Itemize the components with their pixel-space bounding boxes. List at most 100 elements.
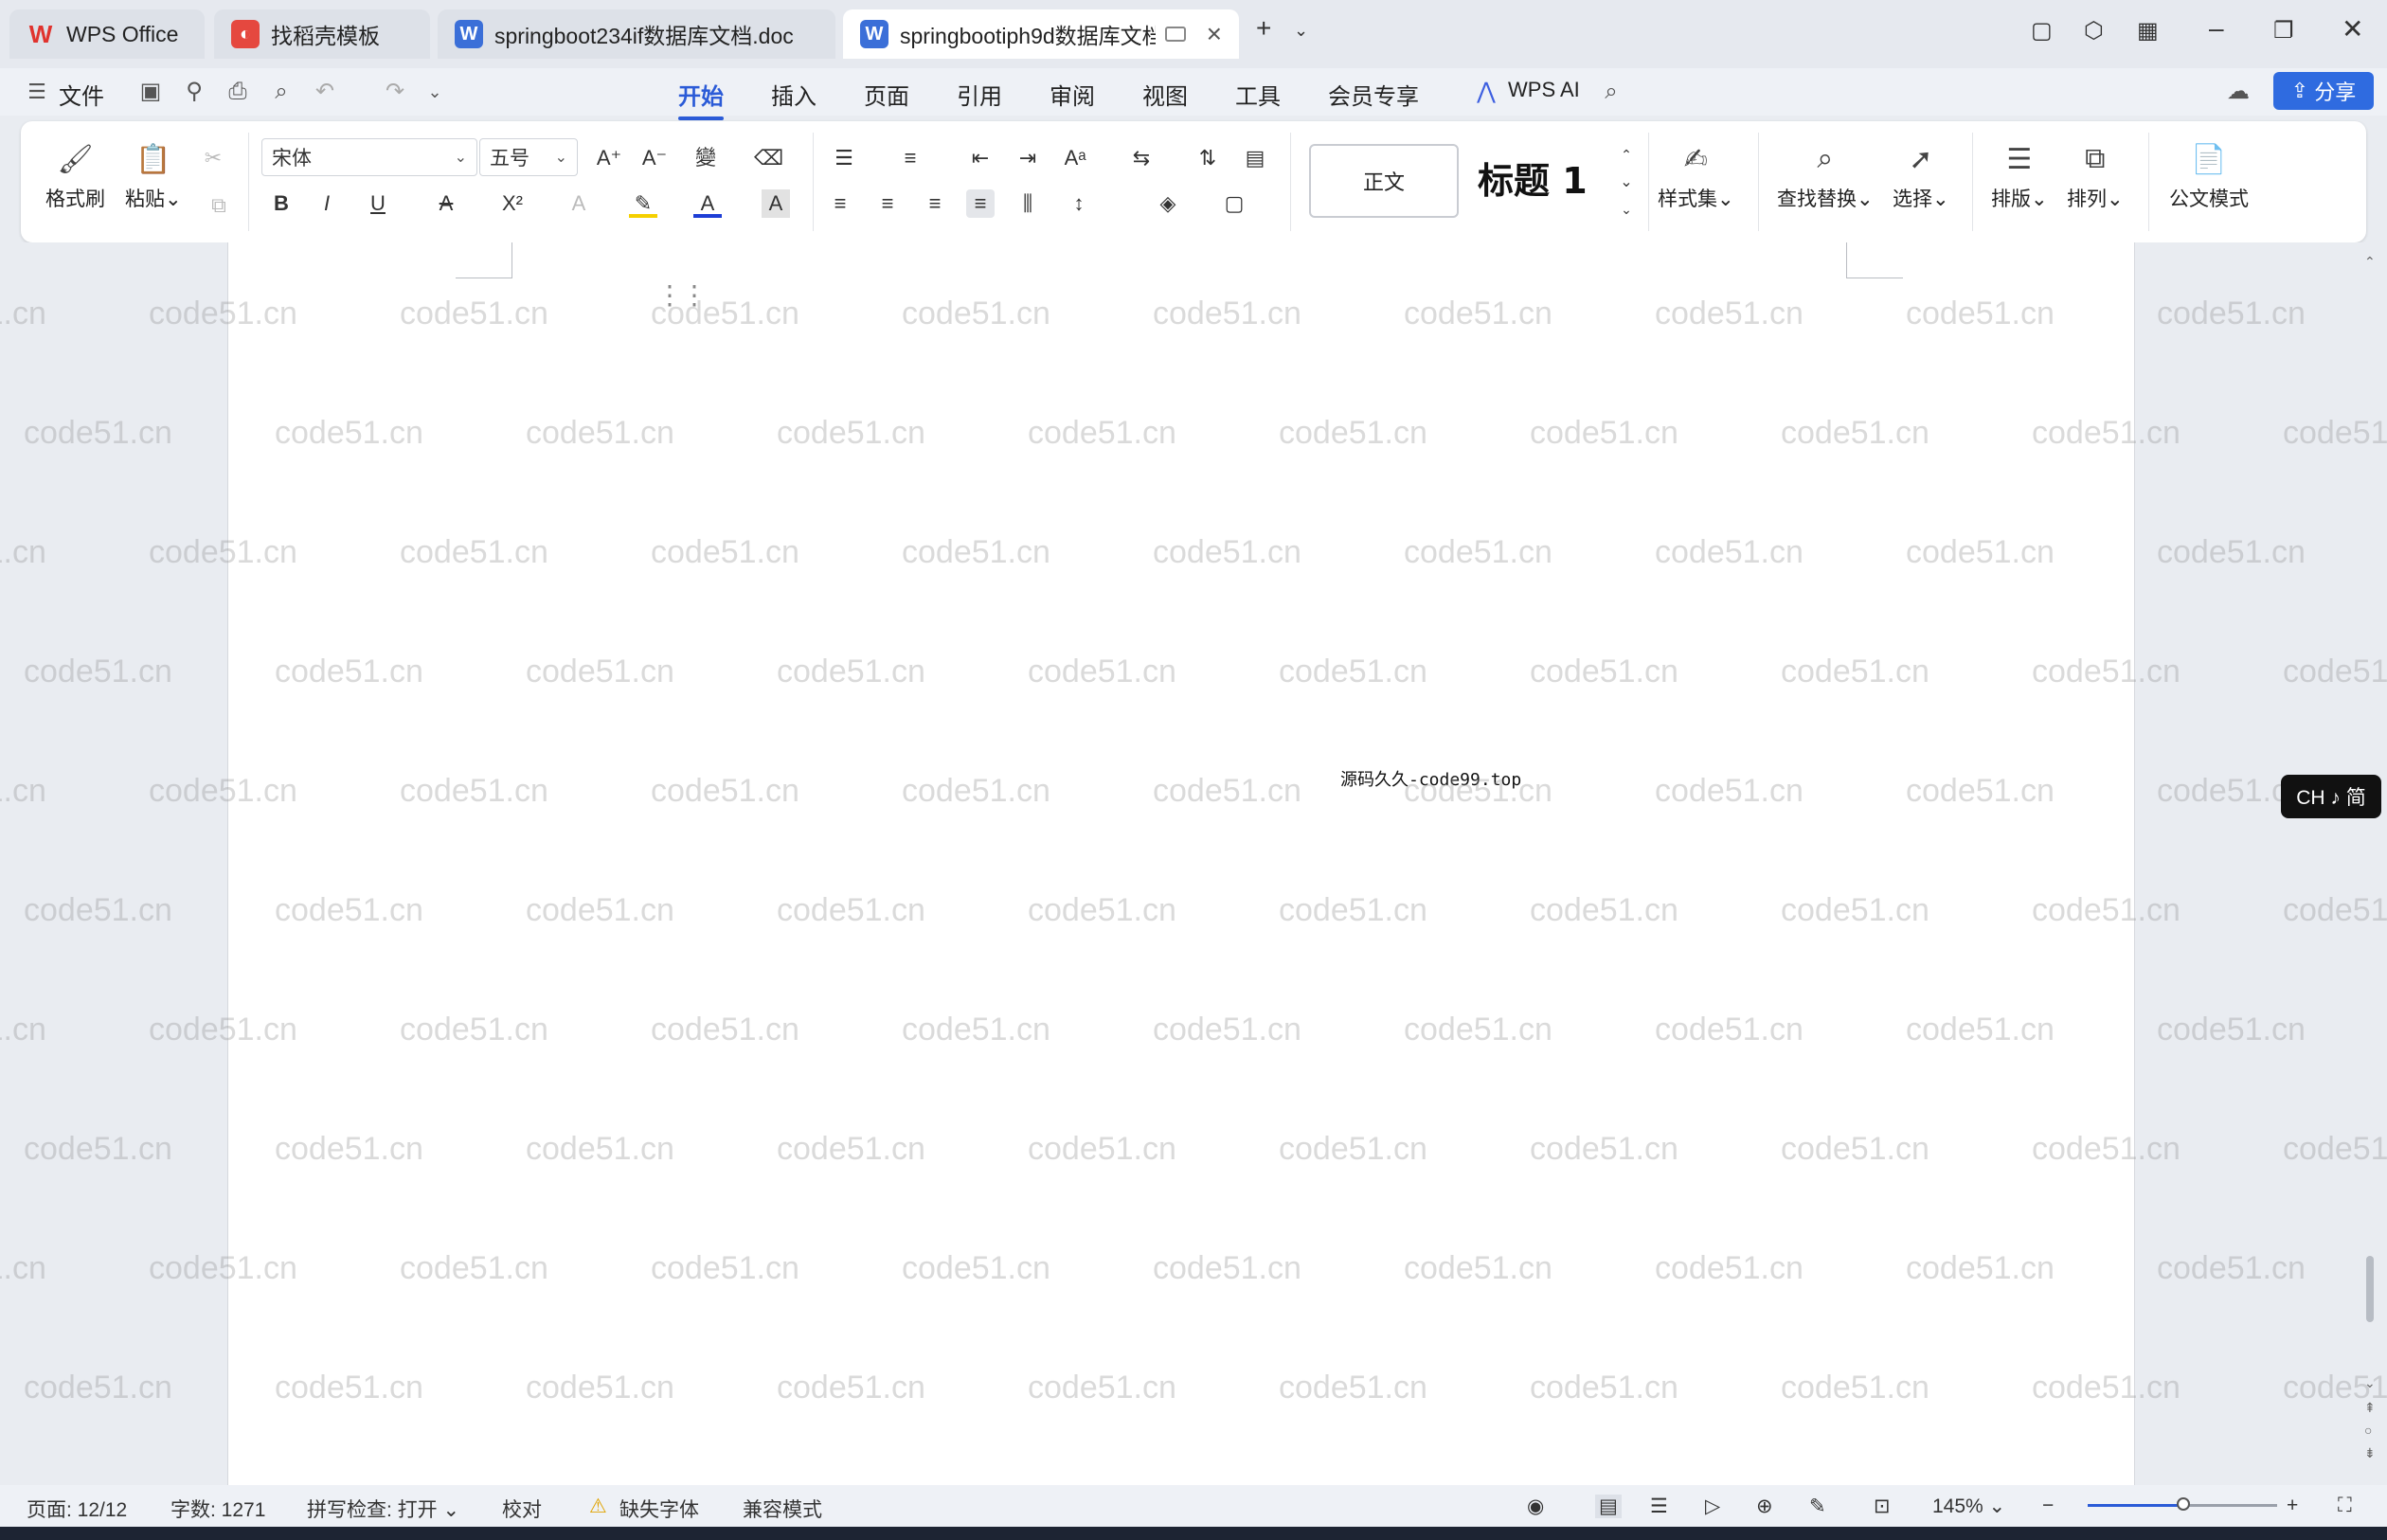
minimize-icon[interactable]: – [2209,13,2224,44]
numbered-list-icon[interactable]: ≡ [896,144,924,172]
page-view-icon[interactable]: ▤ [1595,1495,1622,1518]
fit-page-icon[interactable]: ⊡ [1874,1495,1891,1518]
font-name-select[interactable]: 宋体 ⌄ [261,138,477,176]
zoom-in-icon[interactable]: + [2287,1495,2298,1517]
play-icon[interactable]: ▷ [1705,1495,1720,1518]
decrease-indent-icon[interactable]: ⇤ [966,144,995,172]
borders-icon[interactable]: ▢ [1220,189,1248,218]
outline-view-icon[interactable]: ☰ [1650,1495,1668,1518]
close-window-icon[interactable]: ✕ [2342,13,2363,45]
tab-docer-templates[interactable]: ◐ 找稻壳模板 [214,9,430,59]
official-mode-button[interactable]: 📄 公文模式 [2169,140,2249,212]
browse-object-icon[interactable]: ○ [2364,1423,2372,1438]
cloud-upload-icon[interactable]: ☁ [2226,80,2251,104]
style-normal-button[interactable]: 正文 [1309,144,1459,218]
missing-font-button[interactable]: 缺失字体 [619,1495,699,1523]
tab-page[interactable]: 页面 [864,78,909,111]
font-color-icon[interactable]: A [693,189,722,218]
superscript-icon[interactable]: X² [498,189,527,218]
format-icon[interactable]: ⚲ [182,80,206,104]
align-left-icon[interactable]: ≡ [826,189,854,218]
tab-doc-iph9d[interactable]: W springbootiph9d数据库文档 × [843,9,1239,59]
phonetic-guide-icon[interactable]: 變 [691,144,720,172]
ime-indicator[interactable]: CH ♪ 简 [2281,775,2381,818]
print-preview-icon[interactable]: ⌕ [269,80,294,104]
table-border-icon[interactable]: ▤ [1241,144,1269,172]
style-scroll-up-icon[interactable]: ⌃ [1612,140,1641,169]
tab-insert[interactable]: 插入 [771,78,817,111]
arrange-button[interactable]: ⧉ 排列⌄ [2067,140,2124,212]
distribute-icon[interactable]: ⫼ [1014,189,1042,218]
line-spacing-icon[interactable]: ↕ [1065,189,1093,218]
underline-icon[interactable]: U [364,189,392,218]
print-icon[interactable]: ⎙ [225,80,250,104]
redo-icon[interactable]: ↷ [383,80,407,104]
cube-icon[interactable]: ⬡ [2084,17,2104,45]
tab-member[interactable]: 会员专享 [1328,78,1419,111]
text-direction-icon[interactable]: Aᵃ [1061,144,1089,172]
tab-references[interactable]: 引用 [957,78,1002,111]
cut-icon[interactable]: ✂ [199,144,227,172]
wps-ai-button[interactable]: WPS AI [1508,78,1580,102]
typeset-button[interactable]: ☰ 排版⌄ [1991,140,2048,212]
drag-handle-icon[interactable]: ⋮⋮ [656,282,708,309]
vertical-scrollbar[interactable]: ⌃ ⌄ ⇞ ○ ⇟ [2359,242,2387,1485]
style-heading1-button[interactable]: 标题 1 [1478,152,1588,204]
document-page[interactable]: ⋮⋮ 源码久久-code99.top [227,242,2135,1485]
style-expand-icon[interactable]: ⌄ [1612,195,1641,224]
find-replace-button[interactable]: ⌕ 查找替换⌄ [1777,140,1874,212]
proofread-button[interactable]: 校对 [502,1495,542,1523]
pen-icon[interactable]: ✎ [1809,1495,1826,1518]
bullet-list-icon[interactable]: ☰ [830,144,858,172]
menu-file[interactable]: 文件 [59,78,104,111]
char-shading-icon[interactable]: A [762,189,790,218]
grow-font-icon[interactable]: A⁺ [595,144,623,172]
tab-list-chevron-icon[interactable]: ⌄ [1294,21,1308,41]
shrink-font-icon[interactable]: A⁻ [640,144,669,172]
hamburger-icon[interactable]: ☰ [25,80,49,104]
new-tab-icon[interactable]: + [1256,13,1271,44]
bold-icon[interactable]: B [267,189,296,218]
tab-doc-234if[interactable]: W springboot234if数据库文档.doc [438,9,835,59]
spell-check-toggle[interactable]: 拼写检查: 打开 ⌄ [307,1495,459,1523]
format-painter-button[interactable]: 🖌 格式刷 [45,140,105,212]
undo-icon[interactable]: ↶ [313,80,337,104]
scroll-thumb[interactable] [2366,1256,2374,1322]
style-scroll-down-icon[interactable]: ⌄ [1612,169,1641,197]
zoom-slider-knob[interactable] [2177,1497,2190,1511]
strikethrough-icon[interactable]: A [432,189,460,218]
avatar[interactable]: ▦ [2137,17,2159,45]
tab-review[interactable]: 审阅 [1050,78,1095,111]
close-tab-icon[interactable]: × [1207,19,1222,49]
text-effect-icon[interactable]: A [565,189,593,218]
align-right-icon[interactable]: ≡ [921,189,949,218]
window-layout-icon[interactable]: ▢ [2031,17,2053,45]
fullscreen-icon[interactable]: ⛶ [2338,1495,2352,1517]
clear-format-icon[interactable]: ⌫ [754,144,783,172]
word-count[interactable]: 字数: 1271 [170,1495,265,1523]
sort-icon[interactable]: ⇅ [1194,144,1222,172]
prev-page-icon[interactable]: ⇞ [2364,1400,2376,1416]
paste-button[interactable]: 📋 粘贴⌄ [125,140,182,212]
tab-view[interactable]: 视图 [1142,78,1188,111]
italic-icon[interactable]: I [313,189,341,218]
tab-wps-office[interactable]: W WPS Office [9,9,205,59]
increase-indent-icon[interactable]: ⇥ [1014,144,1042,172]
tab-tools[interactable]: 工具 [1235,78,1281,111]
page-count[interactable]: 页面: 12/12 [27,1495,127,1523]
align-center-icon[interactable]: ≡ [873,189,902,218]
save-icon[interactable]: ▣ [138,80,163,104]
share-button[interactable]: ⇪ 分享 [2273,72,2374,110]
scroll-down-icon[interactable]: ⌄ [2364,1375,2376,1391]
font-size-select[interactable]: 五号 ⌄ [479,138,578,176]
style-set-button[interactable]: ✍ 样式集⌄ [1658,140,1734,212]
screen-icon[interactable] [1165,27,1186,42]
scroll-up-icon[interactable]: ⌃ [2364,254,2376,270]
select-button[interactable]: ➚ 选择⌄ [1893,140,1949,212]
line-style-icon[interactable]: ⇆ [1127,144,1156,172]
eye-protection-icon[interactable]: ◉ [1527,1495,1544,1518]
restore-icon[interactable]: ❐ [2273,17,2294,45]
justify-icon[interactable]: ≡ [966,189,995,218]
zoom-out-icon[interactable]: − [2042,1495,2054,1517]
zoom-level[interactable]: 145% ⌄ [1932,1495,2005,1518]
